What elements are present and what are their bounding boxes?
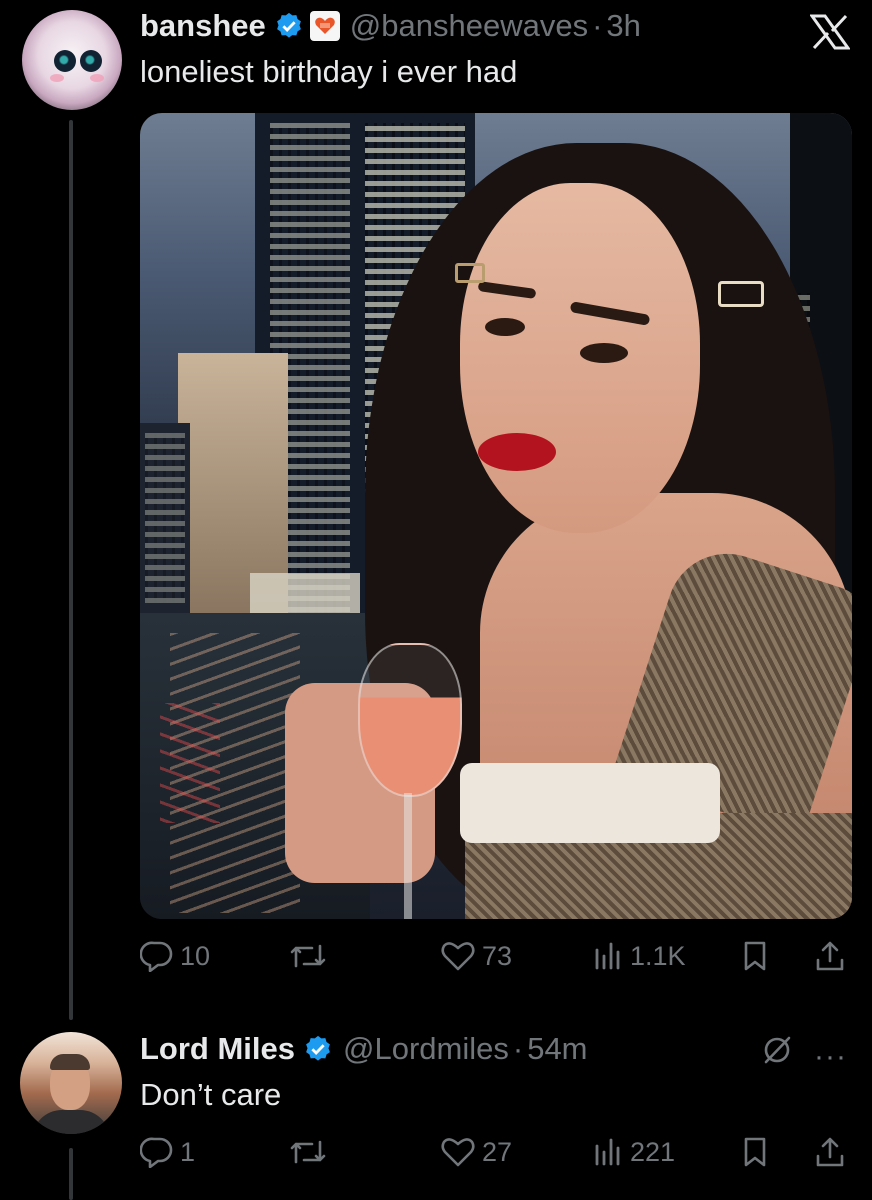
- bodice: [460, 763, 720, 843]
- share-icon: [814, 940, 846, 972]
- retweet-button[interactable]: [288, 1136, 334, 1168]
- share-button[interactable]: [814, 940, 846, 972]
- like-button[interactable]: 73: [440, 940, 512, 972]
- reply-count: 10: [180, 940, 211, 971]
- avatar-hair: [50, 1054, 90, 1070]
- reply-icon: [140, 1136, 174, 1168]
- separator: ·: [512, 1031, 524, 1066]
- views-button[interactable]: 221: [592, 1136, 675, 1168]
- like-count: 27: [482, 1136, 513, 1167]
- tweet-actions: 10 73 1.1K: [140, 940, 852, 980]
- handle[interactable]: @Lordmiles: [343, 1031, 509, 1067]
- timestamp[interactable]: 54m: [527, 1031, 587, 1067]
- share-icon: [814, 1136, 846, 1168]
- views-chart-icon: [592, 940, 624, 972]
- thread-line: [69, 1148, 73, 1200]
- retweet-button[interactable]: [288, 940, 334, 972]
- eye: [485, 318, 525, 336]
- like-button[interactable]: 27: [440, 1136, 512, 1168]
- building-windows: [145, 433, 185, 603]
- tweet-text: loneliest birthday i ever had: [140, 54, 518, 89]
- verified-badge-icon: [274, 11, 304, 41]
- street-lights: [160, 703, 220, 823]
- bookmark-button[interactable]: [740, 1136, 770, 1168]
- reply-text: Don’t care: [140, 1077, 282, 1112]
- separator: ·: [592, 8, 603, 43]
- bookmark-icon: [740, 940, 770, 972]
- x-logo-icon[interactable]: [809, 14, 851, 55]
- avatar-blush: [50, 74, 64, 82]
- reply-icon: [140, 940, 174, 972]
- verified-badge-icon: [303, 1034, 333, 1064]
- avatar[interactable]: [22, 10, 122, 110]
- avatar-eye: [54, 50, 76, 72]
- avatar-shirt: [32, 1110, 110, 1134]
- reply-actions: 1 27 221: [140, 1136, 852, 1176]
- handle[interactable]: @bansheewaves: [350, 8, 588, 44]
- avatar-blush: [90, 74, 104, 82]
- eye: [580, 343, 628, 363]
- like-count: 73: [482, 940, 513, 971]
- wine-glass-stem: [404, 793, 412, 919]
- hair-clip: [455, 263, 485, 283]
- reply-button[interactable]: 10: [140, 940, 210, 972]
- views-chart-icon: [592, 1136, 624, 1168]
- more-options-button[interactable]: ···: [814, 1040, 847, 1074]
- retweet-icon: [288, 940, 328, 972]
- timestamp[interactable]: 3h: [606, 8, 640, 44]
- bookmark-icon: [740, 1136, 770, 1168]
- retweet-icon: [288, 1136, 328, 1168]
- share-button[interactable]: [814, 1136, 846, 1168]
- display-name[interactable]: banshee: [140, 8, 266, 44]
- hair-clip: [718, 281, 764, 307]
- heart-icon: [440, 940, 476, 972]
- lips: [478, 433, 556, 471]
- display-name[interactable]: Lord Miles: [140, 1031, 295, 1067]
- thread-line: [69, 120, 73, 1020]
- avatar-eye: [80, 50, 102, 72]
- views-button[interactable]: 1.1K: [592, 940, 686, 972]
- reply-button[interactable]: 1: [140, 1136, 195, 1168]
- heart-icon: [440, 1136, 476, 1168]
- views-count: 1.1K: [630, 940, 686, 971]
- tweet-header: banshee @bansheewaves · 3h: [140, 6, 641, 46]
- reply-header: Lord Miles @Lordmiles · 54m: [140, 1029, 588, 1069]
- avatar[interactable]: [20, 1032, 122, 1134]
- reply-count: 1: [180, 1136, 196, 1167]
- mute-icon[interactable]: [760, 1033, 794, 1072]
- bookmark-button[interactable]: [740, 940, 770, 972]
- face: [460, 183, 700, 533]
- views-count: 221: [630, 1136, 676, 1167]
- wine-glass: [358, 643, 462, 797]
- tweet-image[interactable]: [140, 113, 852, 919]
- heart-org-badge-icon: [309, 11, 340, 41]
